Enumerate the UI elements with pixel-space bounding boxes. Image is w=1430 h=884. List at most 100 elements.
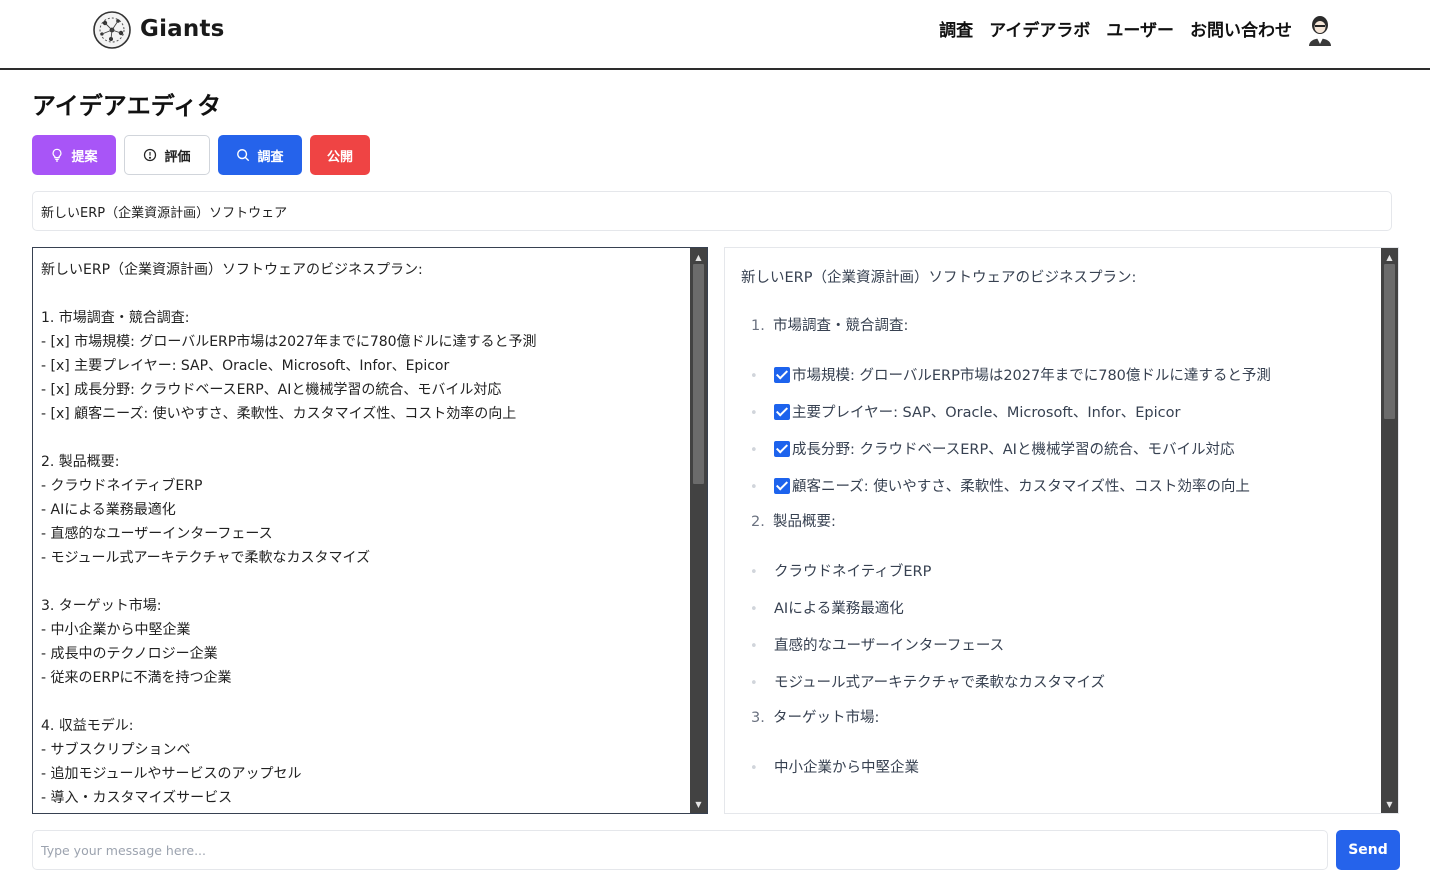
scroll-up-icon[interactable]: ▲ <box>690 250 707 264</box>
list-item-content: 中小企業から中堅企業 <box>774 754 1294 783</box>
bullet-icon: • <box>750 406 758 421</box>
preview-list-item: • 主要プレイヤー: SAP、Oracle、Microsoft、Infor、Epi… <box>750 399 1366 428</box>
list-item-text: 成長分野: クラウドベースERP、AIと機械学習の統合、モバイル対応 <box>792 442 1235 458</box>
checkbox-checked-icon[interactable] <box>774 441 790 457</box>
bullet-icon: • <box>750 369 758 384</box>
bullet-icon: • <box>750 639 758 654</box>
preview-section-heading: 3. ターゲット市場: <box>751 706 1366 730</box>
nav-research[interactable]: 調査 <box>939 16 973 41</box>
lightbulb-icon <box>53 148 62 162</box>
nav-contact[interactable]: お問い合わせ <box>1190 16 1292 41</box>
publish-label: 公開 <box>326 148 353 164</box>
preview-list-item: • 市場規模: グローバルERP市場は2027年までに780億ドルに達すると予測 <box>750 362 1366 391</box>
editor-scroll-thumb[interactable] <box>693 264 704 484</box>
list-item-content: 成長分野: クラウドベースERP、AIと機械学習の統合、モバイル対応 <box>774 436 1294 465</box>
list-item-text: クラウドネイティブERP <box>774 564 932 580</box>
list-item-content: クラウドネイティブERP <box>774 558 1294 587</box>
preview-list-item: • モジュール式アーキテクチャで柔軟なカスタマイズ <box>750 669 1366 698</box>
section-number: 1. <box>751 318 765 334</box>
list-item-content: 顧客ニーズ: 使いやすさ、柔軟性、カスタマイズ性、コスト効率の向上 <box>774 473 1294 502</box>
editor-line: 1. 市場調査・競合調査: <box>41 310 190 326</box>
list-item-text: 市場規模: グローバルERP市場は2027年までに780億ドルに達すると予測 <box>792 368 1271 384</box>
section-number: 3. <box>751 710 765 726</box>
publish-button[interactable]: 公開 <box>310 135 370 175</box>
list-item-text: 顧客ニーズ: 使いやすさ、柔軟性、カスタマイズ性、コスト効率の向上 <box>792 479 1250 495</box>
editor-line: - 追加モジュールやサービスのアップセル <box>41 766 302 782</box>
markdown-editor[interactable]: 新しいERP（企業資源計画）ソフトウェアのビジネスプラン: 1. 市場調査・競合調… <box>33 248 690 813</box>
bullet-icon: • <box>750 565 758 580</box>
brand-name[interactable]: Giants <box>140 16 225 42</box>
nav-users[interactable]: ユーザー <box>1106 16 1174 41</box>
bullet-icon: • <box>750 480 758 495</box>
list-item-text: 中小企業から中堅企業 <box>774 760 919 776</box>
evaluate-button[interactable]: 評価 <box>124 135 210 175</box>
preview-scroll-thumb[interactable] <box>1384 264 1395 419</box>
list-item-content: 主要プレイヤー: SAP、Oracle、Microsoft、Infor、Epic… <box>774 399 1294 428</box>
bullet-icon: • <box>750 443 758 458</box>
bullet-icon: • <box>750 761 758 776</box>
preview-list-item: • 中小企業から中堅企業 <box>750 754 1366 783</box>
preview-list-item: • 顧客ニーズ: 使いやすさ、柔軟性、カスタマイズ性、コスト効率の向上 <box>750 473 1366 502</box>
list-item-text: 直感的なユーザーインターフェース <box>774 638 1005 654</box>
list-item-text: 主要プレイヤー: SAP、Oracle、Microsoft、Infor、Epic… <box>792 405 1181 421</box>
preview-section-heading: 2. 製品概要: <box>751 510 1366 534</box>
idea-title-input[interactable] <box>32 191 1392 231</box>
action-toolbar: 提案 評価 調査 公開 <box>32 135 370 175</box>
editor-line: - [x] 顧客ニーズ: 使いやすさ、柔軟性、カスタマイズ性、コスト効率の向上 <box>41 406 517 422</box>
section-title: 市場調査・競合調査: <box>773 318 909 334</box>
suggest-button[interactable]: 提案 <box>32 135 116 175</box>
main-nav: 調査 アイデアラボ ユーザー お問い合わせ <box>939 16 1292 41</box>
preview-list-item: • AIによる業務最適化 <box>750 595 1366 624</box>
checkbox-checked-icon[interactable] <box>774 367 790 383</box>
editor-line: 新しいERP（企業資源計画）ソフトウェアのビジネスプラン: <box>41 262 423 278</box>
bullet-icon: • <box>750 602 758 617</box>
search-icon <box>237 149 250 162</box>
editor-line: 2. 製品概要: <box>41 454 120 470</box>
scroll-up-icon[interactable]: ▲ <box>1381 250 1398 264</box>
nav-idea-lab[interactable]: アイデアラボ <box>989 16 1090 41</box>
list-item-text: AIによる業務最適化 <box>774 601 904 617</box>
preview-list-item: • クラウドネイティブERP <box>750 558 1366 587</box>
editor-line: - モジュール式アーキテクチャで柔軟なカスタマイズ <box>41 550 371 566</box>
editor-line: - 中小企業から中堅企業 <box>41 622 191 638</box>
chat-message-input[interactable] <box>32 830 1328 870</box>
editor-scrollbar[interactable]: ▲ ▼ <box>690 248 707 813</box>
editor-line: - クラウドネイティブERP <box>41 478 203 494</box>
research-label: 調査 <box>257 148 284 164</box>
list-item-content: モジュール式アーキテクチャで柔軟なカスタマイズ <box>774 669 1294 698</box>
page-title: アイデアエディタ <box>32 92 222 120</box>
editor-line: - 導入・カスタマイズサービス <box>41 790 233 806</box>
section-number: 2. <box>751 514 765 530</box>
list-item-text: モジュール式アーキテクチャで柔軟なカスタマイズ <box>774 675 1106 691</box>
list-item-content: 市場規模: グローバルERP市場は2027年までに780億ドルに達すると予測 <box>774 362 1294 391</box>
giants-logo-icon[interactable] <box>92 10 132 50</box>
editor-line: - [x] 市場規模: グローバルERP市場は2027年までに780億ドルに達す… <box>41 334 537 350</box>
editor-line: - サブスクリプションベ <box>41 742 191 758</box>
editor-line: - 従来のERPに不満を持つ企業 <box>41 670 232 686</box>
bullet-icon: • <box>750 676 758 691</box>
editor-line: - 直感的なユーザーインターフェース <box>41 526 273 542</box>
preview-list-item: • 成長分野: クラウドベースERP、AIと機械学習の統合、モバイル対応 <box>750 436 1366 465</box>
list-item-content: AIによる業務最適化 <box>774 595 1294 624</box>
user-avatar[interactable] <box>1305 14 1335 46</box>
alert-circle-icon <box>144 148 157 162</box>
scroll-down-icon[interactable]: ▼ <box>690 797 707 811</box>
markdown-editor-pane: 新しいERP（企業資源計画）ソフトウェアのビジネスプラン: 1. 市場調査・競合調… <box>32 247 708 814</box>
research-button[interactable]: 調査 <box>218 135 302 175</box>
scroll-down-icon[interactable]: ▼ <box>1381 797 1398 811</box>
checkbox-checked-icon[interactable] <box>774 478 790 494</box>
list-item-content: 直感的なユーザーインターフェース <box>774 632 1294 661</box>
evaluate-label: 評価 <box>164 148 191 164</box>
editor-line: - 成長中のテクノロジー企業 <box>41 646 218 662</box>
preview-scrollbar[interactable]: ▲ ▼ <box>1381 248 1398 813</box>
checkbox-checked-icon[interactable] <box>774 404 790 420</box>
suggest-label: 提案 <box>71 148 98 164</box>
editor-line: - AIによる業務最適化 <box>41 502 176 518</box>
send-button[interactable]: Send <box>1336 830 1400 870</box>
editor-line: 4. 収益モデル: <box>41 718 134 734</box>
section-title: 製品概要: <box>773 514 836 530</box>
